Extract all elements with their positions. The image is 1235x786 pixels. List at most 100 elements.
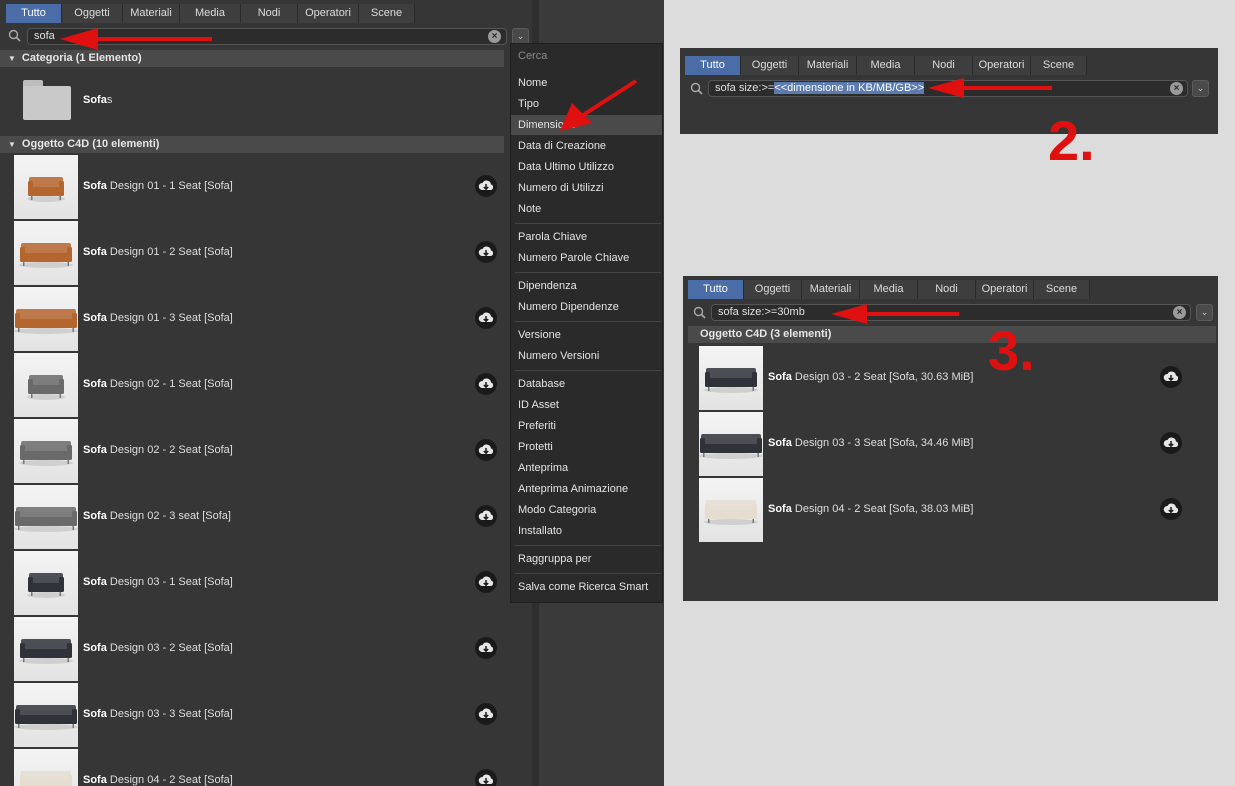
asset-label: Sofa Design 03 - 1 Seat [Sofa]: [83, 576, 233, 588]
menu-item-parola-chiave[interactable]: Parola Chiave: [511, 227, 662, 247]
cloud-download-icon[interactable]: [1160, 366, 1182, 388]
cloud-download-icon[interactable]: [475, 703, 497, 725]
list-item[interactable]: Sofa Design 01 - 1 Seat [Sofa]: [14, 154, 524, 220]
list-item[interactable]: Sofa Design 03 - 1 Seat [Sofa]: [14, 550, 524, 616]
search-options-dropdown[interactable]: ⌄: [1192, 80, 1209, 97]
group-header-label: Categoria (1 Elemento): [21, 52, 142, 64]
asset-thumbnail: [14, 155, 78, 219]
cloud-download-icon[interactable]: [475, 571, 497, 593]
tab-oggetti[interactable]: Oggetti: [741, 56, 799, 75]
asset-label-rest: Design 03 - 1 Seat [Sofa]: [106, 576, 233, 588]
search-input-value: sofa size:>=: [715, 82, 775, 94]
tab-nodi[interactable]: Nodi: [915, 56, 973, 75]
menu-item-dipendenza[interactable]: Dipendenza: [511, 276, 662, 296]
list-item[interactable]: Sofa Design 04 - 2 Seat [Sofa, 38.03 MiB…: [699, 477, 1209, 543]
cloud-download-icon[interactable]: [475, 769, 497, 786]
menu-item-id-asset[interactable]: ID Asset: [511, 395, 662, 415]
tab-media[interactable]: Media: [860, 280, 918, 299]
cloud-download-icon[interactable]: [475, 241, 497, 263]
tab-materiali[interactable]: Materiali: [123, 4, 180, 23]
list-item[interactable]: Sofa Design 02 - 2 Seat [Sofa]: [14, 418, 524, 484]
menu-item-numero-parole-chiave[interactable]: Numero Parole Chiave: [511, 248, 662, 268]
tab-tutto[interactable]: Tutto: [688, 280, 744, 299]
list-item[interactable]: Sofa Design 04 - 2 Seat [Sofa]: [14, 748, 524, 786]
asset-label-rest: Design 03 - 2 Seat [Sofa, 30.63 MiB]: [791, 371, 974, 383]
tab-scene[interactable]: Scene: [359, 4, 415, 23]
menu-separator: [515, 223, 661, 224]
cloud-download-icon[interactable]: [475, 439, 497, 461]
menu-item-preferiti[interactable]: Preferiti: [511, 416, 662, 436]
folder-label[interactable]: Sofas: [83, 94, 112, 106]
tab-oggetti[interactable]: Oggetti: [62, 4, 123, 23]
tab-tutto[interactable]: Tutto: [6, 4, 62, 23]
annotation-arrow: [560, 79, 638, 131]
asset-label: Sofa Design 01 - 3 Seat [Sofa]: [83, 312, 233, 324]
asset-label-rest: Design 03 - 2 Seat [Sofa]: [106, 642, 233, 654]
list-item[interactable]: Sofa Design 03 - 3 Seat [Sofa]: [14, 682, 524, 748]
menu-item-numero-dipendenze[interactable]: Numero Dipendenze: [511, 297, 662, 317]
list-item[interactable]: Sofa Design 03 - 2 Seat [Sofa, 30.63 MiB…: [699, 345, 1209, 411]
cloud-download-icon[interactable]: [1160, 498, 1182, 520]
cloud-download-icon[interactable]: [475, 373, 497, 395]
category-group-header[interactable]: ▼ Categoria (1 Elemento): [0, 50, 504, 67]
search-options-dropdown[interactable]: ⌄: [1196, 304, 1213, 321]
group-header-label: Oggetto C4D (10 elementi): [21, 138, 160, 150]
asset-label: Sofa Design 04 - 2 Seat [Sofa, 38.03 MiB…: [768, 503, 973, 515]
list-item[interactable]: Sofa Design 01 - 3 Seat [Sofa]: [14, 286, 524, 352]
menu-item-protetti[interactable]: Protetti: [511, 437, 662, 457]
cloud-download-icon[interactable]: [475, 307, 497, 329]
tab-nodi[interactable]: Nodi: [241, 4, 298, 23]
tab-operatori[interactable]: Operatori: [973, 56, 1031, 75]
menu-item-anteprima-animazione[interactable]: Anteprima Animazione: [511, 479, 662, 499]
menu-item-raggruppa-per[interactable]: Raggruppa per: [511, 549, 662, 569]
cloud-download-icon[interactable]: [475, 175, 497, 197]
list-item[interactable]: Sofa Design 03 - 2 Seat [Sofa]: [14, 616, 524, 682]
clear-search-icon[interactable]: ×: [1170, 82, 1183, 95]
folder-icon: [23, 80, 71, 120]
tab-media[interactable]: Media: [180, 4, 241, 23]
menu-item-installato[interactable]: Installato: [511, 521, 662, 541]
asset-thumbnail: [14, 617, 78, 681]
menu-item-data-di-creazione[interactable]: Data di Creazione: [511, 136, 662, 156]
tab-operatori[interactable]: Operatori: [298, 4, 359, 23]
tab-materiali[interactable]: Materiali: [802, 280, 860, 299]
menu-item-numero-versioni[interactable]: Numero Versioni: [511, 346, 662, 366]
menu-item-data-ultimo-utilizzo[interactable]: Data Ultimo Utilizzo: [511, 157, 662, 177]
tab-tutto[interactable]: Tutto: [685, 56, 741, 75]
tab-operatori[interactable]: Operatori: [976, 280, 1034, 299]
asset-label: Sofa Design 02 - 2 Seat [Sofa]: [83, 444, 233, 456]
tab-scene[interactable]: Scene: [1031, 56, 1087, 75]
menu-item-modo-categoria[interactable]: Modo Categoria: [511, 500, 662, 520]
menu-item-salva-come-ricerca-smart[interactable]: Salva come Ricerca Smart: [511, 577, 662, 597]
annotation-arrow: [928, 78, 1052, 98]
menu-item-versione[interactable]: Versione: [511, 325, 662, 345]
tab-scene[interactable]: Scene: [1034, 280, 1090, 299]
tab-media[interactable]: Media: [857, 56, 915, 75]
menu-separator: [515, 573, 661, 574]
tab-oggetti[interactable]: Oggetti: [744, 280, 802, 299]
menu-item-numero-di-utilizzi[interactable]: Numero di Utilizzi: [511, 178, 662, 198]
objects-group-header[interactable]: Oggetto C4D (3 elementi): [688, 326, 1216, 343]
menu-item-note[interactable]: Note: [511, 199, 662, 219]
cloud-download-icon[interactable]: [1160, 432, 1182, 454]
folder-label-rest: s: [106, 94, 113, 106]
cloud-download-icon[interactable]: [475, 505, 497, 527]
list-item[interactable]: Sofa Design 02 - 1 Seat [Sofa]: [14, 352, 524, 418]
menu-item-anteprima[interactable]: Anteprima: [511, 458, 662, 478]
objects-group-header[interactable]: ▼ Oggetto C4D (10 elementi): [0, 136, 504, 153]
tab-nodi[interactable]: Nodi: [918, 280, 976, 299]
annotation-arrow: [60, 28, 212, 50]
asset-label: Sofa Design 04 - 2 Seat [Sofa]: [83, 774, 233, 786]
cloud-download-icon[interactable]: [475, 637, 497, 659]
search-icon: [690, 82, 703, 98]
menu-item-database[interactable]: Database: [511, 374, 662, 394]
filter-tabbar: Tutto Oggetti Materiali Media Nodi Operatori S…: [6, 4, 415, 23]
list-item[interactable]: Sofa Design 02 - 3 seat [Sofa]: [14, 484, 524, 550]
menu-separator: [515, 272, 661, 273]
clear-search-icon[interactable]: ×: [1173, 306, 1186, 319]
tab-materiali[interactable]: Materiali: [799, 56, 857, 75]
clear-search-icon[interactable]: ×: [488, 30, 501, 43]
list-item[interactable]: Sofa Design 03 - 3 Seat [Sofa, 34.46 MiB…: [699, 411, 1209, 477]
list-item[interactable]: Sofa Design 01 - 2 Seat [Sofa]: [14, 220, 524, 286]
annotation-arrow: [831, 304, 959, 324]
